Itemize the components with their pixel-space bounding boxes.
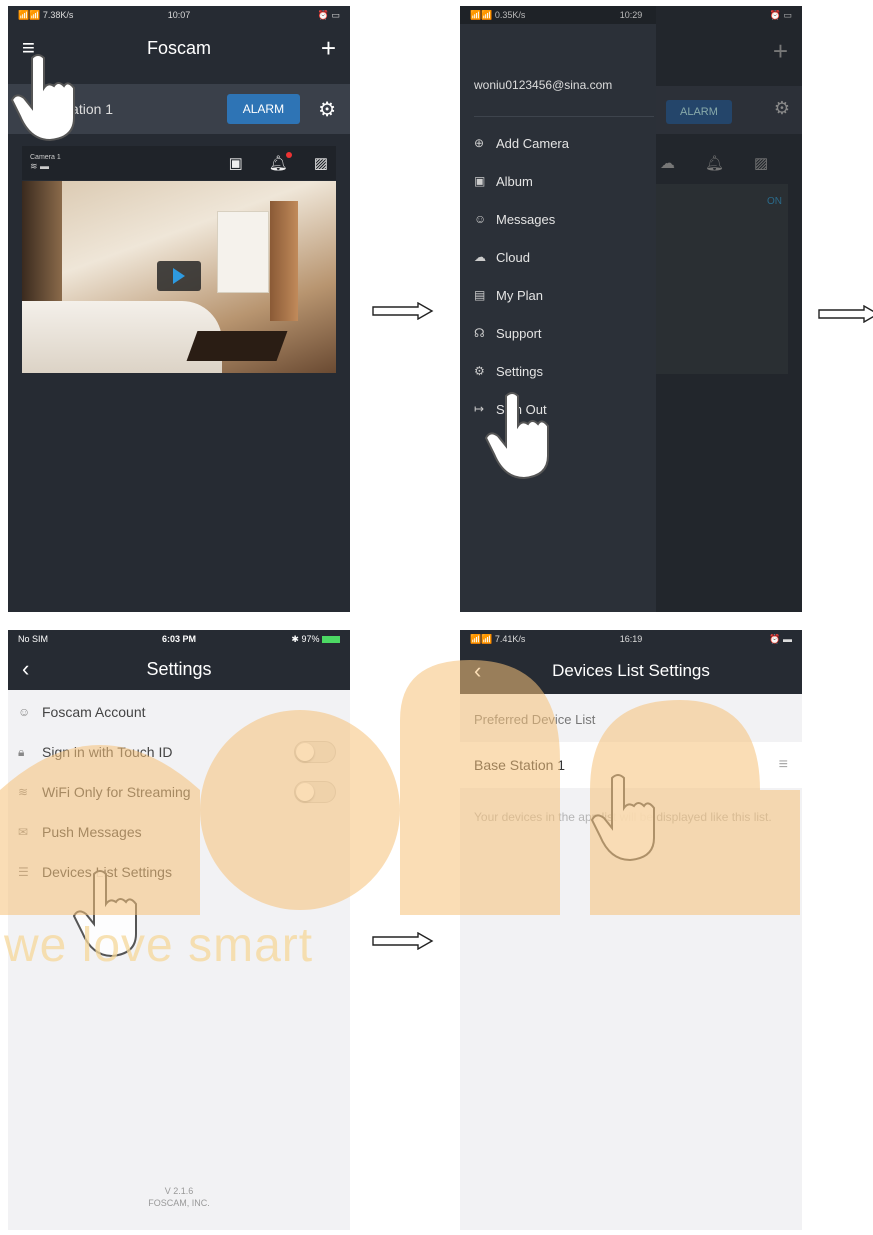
settings-item-label: Foscam Account — [42, 704, 146, 720]
status-bar: 📶📶 7.38K/s 10:07 ⏰ ▭ — [8, 6, 350, 24]
menu-item[interactable]: ☁ Cloud — [474, 238, 569, 276]
chat-icon: ☺ — [474, 212, 487, 226]
account-email: woniu0123456@sina.com — [474, 78, 613, 92]
settings-item[interactable]: ☺ Foscam Account — [8, 692, 350, 732]
alarm-button-dimmed: ALARM — [666, 100, 732, 124]
screen-home: 📶📶 7.38K/s 10:07 ⏰ ▭ ≡ Foscam + Base Sta… — [8, 6, 350, 612]
section-header: Preferred Device List — [474, 712, 596, 727]
settings-item[interactable]: 🔒︎ Sign in with Touch ID — [8, 732, 350, 772]
headset-icon: ☊ — [474, 326, 485, 340]
settings-item-label: WiFi Only for Streaming — [42, 784, 191, 800]
snapshot-icon[interactable]: ▨ — [314, 154, 328, 172]
wifi-icon: ≋ — [18, 785, 29, 799]
message-icon: ✉ — [18, 825, 29, 839]
toggle-switch[interactable] — [294, 741, 336, 763]
menu-item-label: Support — [496, 325, 542, 341]
plan-icon: ▤ — [474, 288, 486, 302]
play-button[interactable] — [157, 261, 201, 291]
device-name: Base Station 1 — [474, 757, 566, 773]
camera-label: Camera 1 — [30, 154, 61, 161]
settings-item-label: Push Messages — [42, 824, 142, 840]
settings-item[interactable]: ≋ WiFi Only for Streaming — [8, 772, 350, 812]
tap-hand-icon — [8, 50, 88, 142]
page-title: Devices List Settings — [552, 661, 710, 680]
menu-item-label: Cloud — [496, 249, 530, 265]
menu-item[interactable]: ▣ Album — [474, 162, 569, 200]
flow-arrow-icon — [818, 305, 873, 323]
drag-handle-icon[interactable]: ≡ — [779, 756, 788, 774]
menu-item[interactable]: ⚙ Settings — [474, 352, 569, 390]
status-left: No SIM — [18, 634, 49, 644]
status-bar: 📶📶 0.35K/s 10:29 ⏰ ▭ — [460, 6, 802, 24]
status-left: 📶📶 7.38K/s — [18, 9, 74, 20]
list-icon: ☰ — [18, 865, 29, 879]
menu-item[interactable]: ▤ My Plan — [474, 276, 569, 314]
plus-circle-icon: ⊕ — [474, 136, 485, 150]
flow-arrow-icon — [372, 302, 434, 320]
toggle-knob — [296, 743, 314, 761]
account-icon: ☺ — [18, 705, 31, 719]
screen-devices-list: 📶📶 7.41K/s 16:19 ⏰ ▬ ‹ Devices List Sett… — [460, 630, 802, 1230]
tap-hand-icon — [482, 388, 562, 480]
battery-icon: ⏰ ▬ — [769, 633, 792, 644]
menu-item[interactable]: ☺ Messages — [474, 200, 569, 238]
company-name: FOSCAM, INC. — [148, 1198, 210, 1208]
menu-list: ⊕ Add Camera ▣ Album ☺ Messages ☁ Cloud ▤ My Plan… — [474, 124, 569, 428]
tap-hand-icon — [588, 770, 668, 862]
settings-item[interactable]: ✉ Push Messages — [8, 812, 350, 852]
alarm-button[interactable]: ALARM — [226, 94, 301, 124]
app-header: ‹ Settings — [8, 648, 350, 690]
play-icon — [173, 268, 185, 284]
record-icon[interactable]: ▣ — [229, 154, 243, 172]
screen-menu: + ALARM ⚙ ☁ 🔔︎ ▨ ON 📶📶 0.35K/s 10:29 ⏰ ▭ w… — [460, 6, 802, 612]
page-title: Settings — [146, 658, 212, 679]
back-icon[interactable]: ‹ — [474, 658, 481, 684]
settings-list: ☺ Foscam Account 🔒︎ Sign in with Touch ID ≋ W… — [8, 692, 350, 892]
status-bar: 📶📶 7.41K/s 16:19 ⏰ ▬ — [460, 630, 802, 648]
menu-item-label: My Plan — [496, 287, 543, 303]
toggle-knob — [296, 783, 314, 801]
dimmed-background: + ALARM ⚙ ☁ 🔔︎ ▨ ON — [656, 6, 802, 612]
screen-settings: No SIM 6:03 PM ✱ 97% ‹ Settings ☺ Foscam … — [8, 630, 350, 1230]
wifi-battery-icon: ≋ ▬ — [30, 161, 50, 171]
tap-hand-icon — [70, 866, 150, 958]
cloud-icon: ☁ — [474, 250, 486, 264]
side-drawer: woniu0123456@sina.com ⊕ Add Camera ▣ Album ☺… — [460, 24, 656, 612]
camera-toolbar: Camera 1 ≋ ▬ ▣ 🔔︎ ▨ — [22, 146, 336, 180]
lock-icon: 🔒︎ — [18, 744, 25, 759]
bell-icon[interactable]: 🔔︎ — [269, 152, 292, 172]
status-left: 📶📶 7.41K/s — [470, 633, 526, 644]
camera-video[interactable] — [22, 181, 336, 373]
menu-item[interactable]: ⊕ Add Camera — [474, 124, 569, 162]
on-label: ON — [767, 196, 782, 207]
battery-icon: ⏰ ▭ — [769, 9, 792, 20]
battery-icon: ⏰ ▭ — [317, 9, 340, 20]
app-version: V 2.1.6 — [164, 1186, 194, 1196]
app-header: ‹ Devices List Settings — [460, 648, 802, 694]
gear-icon: ⚙ — [474, 364, 485, 378]
status-left: 📶📶 0.35K/s — [470, 9, 526, 20]
menu-item-label: Settings — [496, 363, 543, 379]
back-icon[interactable]: ‹ — [22, 656, 29, 682]
settings-gear-icon[interactable]: ⚙ — [318, 97, 336, 122]
flow-arrow-icon — [372, 932, 434, 950]
settings-item[interactable]: ☰ Devices List Settings — [8, 852, 350, 892]
image-icon: ▣ — [474, 174, 486, 188]
status-bar: No SIM 6:03 PM ✱ 97% — [8, 630, 350, 648]
menu-item-label: Album — [496, 173, 533, 189]
toggle-switch[interactable] — [294, 781, 336, 803]
battery-percent: 97% — [301, 633, 320, 644]
menu-item-label: Add Camera — [496, 135, 569, 151]
battery-indicator: ✱ 97% — [291, 634, 340, 645]
settings-item-label: Sign in with Touch ID — [42, 744, 173, 760]
menu-item[interactable]: ☊ Support — [474, 314, 569, 352]
menu-item-label: Messages — [496, 211, 556, 227]
add-icon[interactable]: + — [321, 35, 336, 61]
